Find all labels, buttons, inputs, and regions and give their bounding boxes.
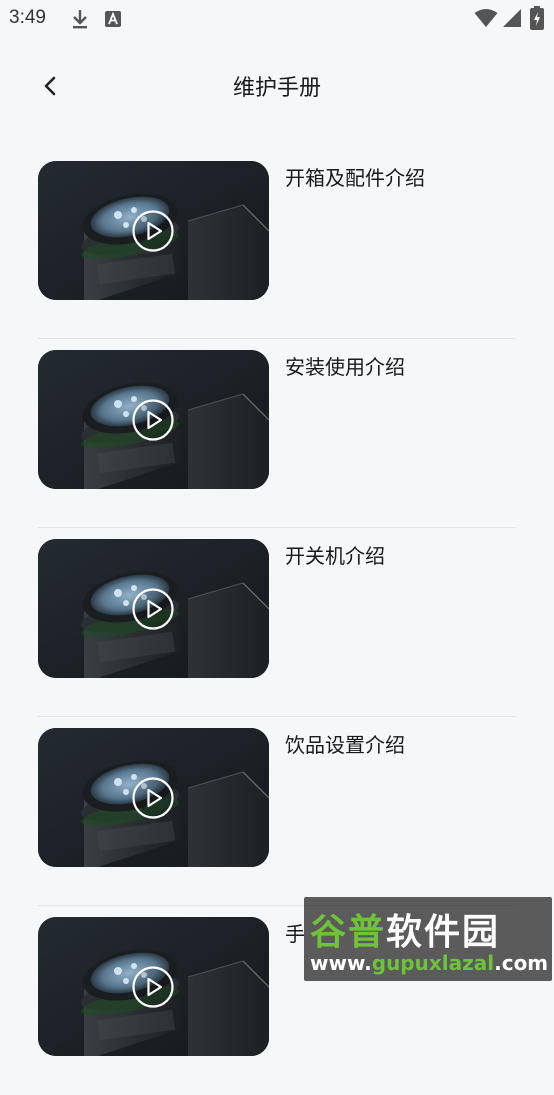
watermark-url: www.gupuxlazal.com	[310, 951, 548, 975]
status-bar: 3:49	[0, 0, 554, 40]
watermark-url-part1: www.	[310, 951, 372, 975]
play-icon[interactable]	[132, 210, 174, 252]
watermark: 谷普软件园 www.gupuxlazal.com	[304, 897, 552, 981]
list-item[interactable]: 饮品设置介绍	[38, 717, 516, 906]
page-title: 维护手册	[232, 76, 321, 101]
battery-icon	[530, 6, 544, 30]
signal-icon	[503, 9, 521, 27]
list-item[interactable]: 开箱及配件介绍	[38, 150, 516, 339]
play-icon[interactable]	[132, 588, 174, 630]
list-item[interactable]: 安装使用介绍	[38, 339, 516, 528]
font-a-icon	[105, 11, 121, 27]
item-title: 开关机介绍	[285, 544, 385, 568]
item-title: 饮品设置介绍	[285, 733, 405, 757]
video-thumbnail[interactable]	[38, 161, 269, 300]
list-item[interactable]: 开关机介绍	[38, 528, 516, 717]
play-icon[interactable]	[132, 399, 174, 441]
play-icon[interactable]	[132, 777, 174, 819]
item-title: 安装使用介绍	[285, 355, 405, 379]
video-thumbnail[interactable]	[38, 539, 269, 678]
wifi-icon	[474, 9, 498, 27]
watermark-url-part2: gupuxlazal	[371, 951, 495, 975]
watermark-brand-part1: 谷普	[310, 912, 387, 953]
watermark-url-part3: .com	[494, 951, 549, 975]
item-title: 手	[285, 922, 305, 946]
video-thumbnail[interactable]	[38, 917, 269, 1056]
video-thumbnail[interactable]	[38, 728, 269, 867]
status-time: 3:49	[9, 7, 46, 28]
download-icon	[73, 10, 87, 29]
watermark-brand: 谷普软件园	[310, 903, 500, 955]
watermark-brand-part2: 软件园	[386, 912, 501, 953]
video-thumbnail[interactable]	[38, 350, 269, 489]
play-icon[interactable]	[132, 966, 174, 1008]
item-title: 开箱及配件介绍	[285, 166, 425, 190]
app-header: 维护手册	[0, 56, 554, 116]
